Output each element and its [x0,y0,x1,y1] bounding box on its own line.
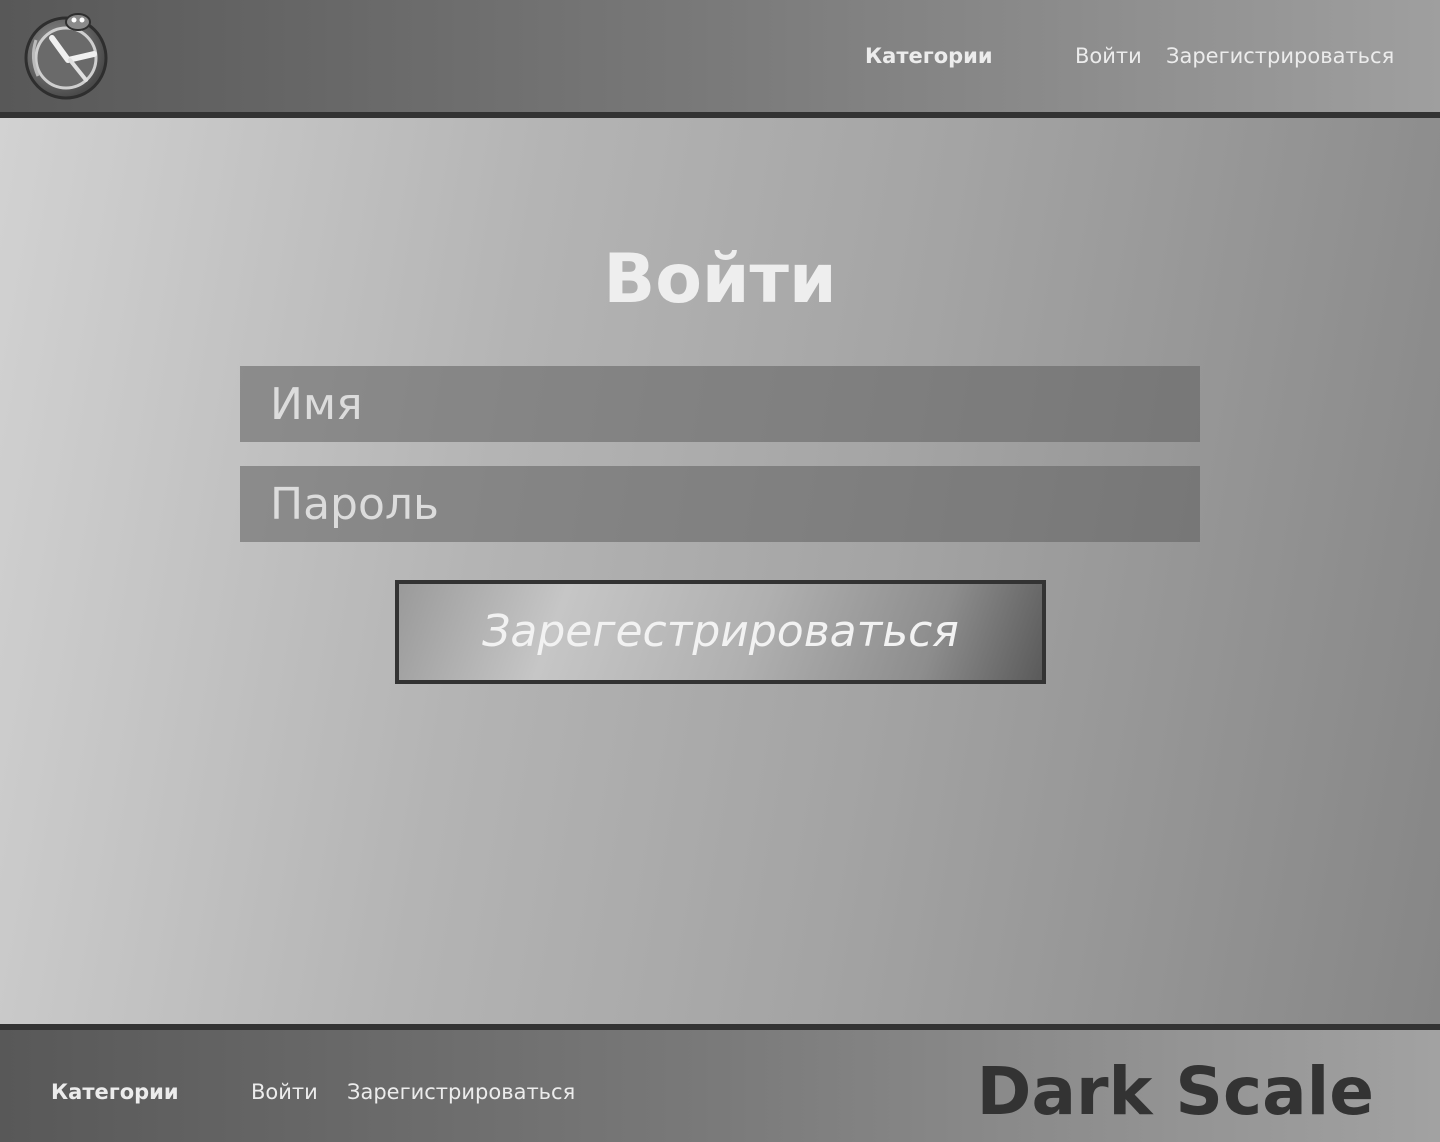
site-header: Категории Войти Зарегистрироваться [0,0,1440,118]
clock-snake-logo-icon [24,13,108,100]
footer-login-link[interactable]: Войти [251,1078,318,1106]
logo-icon[interactable] [22,10,110,100]
name-input[interactable] [240,366,1200,442]
nav-login-link[interactable]: Войти [1075,42,1142,70]
brand-name: Dark Scale [976,1053,1374,1130]
register-button[interactable]: Зарегестрироваться [395,580,1046,684]
password-input[interactable] [240,466,1200,542]
footer-register-link[interactable]: Зарегистрироваться [347,1078,575,1106]
footer-categories-link[interactable]: Категории [51,1078,179,1106]
nav-register-link[interactable]: Зарегистрироваться [1166,42,1394,70]
site-footer: Категории Войти Зарегистрироваться Dark … [0,1024,1440,1142]
page: Категории Войти Зарегистрироваться Войти… [0,0,1440,1142]
page-title: Войти [603,240,837,319]
nav-categories-link[interactable]: Категории [865,42,993,70]
